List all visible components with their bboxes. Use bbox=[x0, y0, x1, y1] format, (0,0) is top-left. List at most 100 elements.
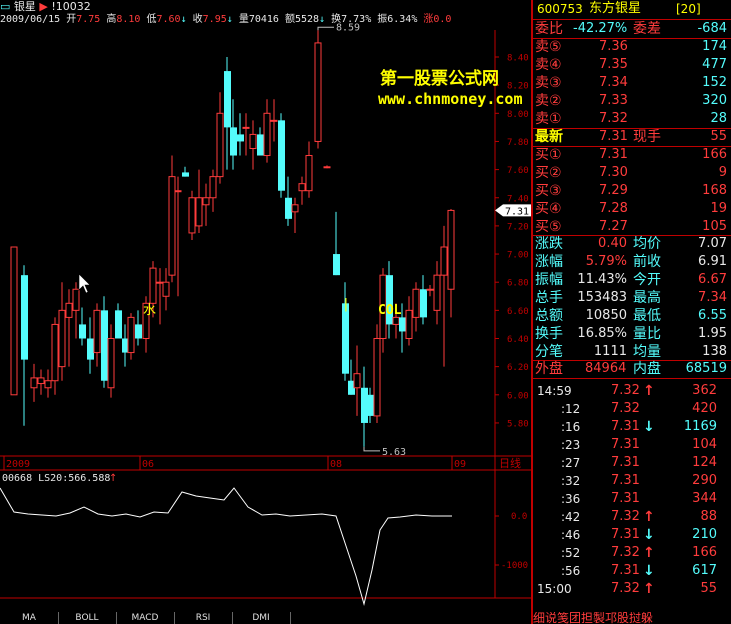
date-tick-label: 06 bbox=[142, 459, 154, 470]
order-volume: 28 bbox=[710, 111, 727, 126]
tick-time: :36 bbox=[561, 492, 581, 506]
stat-label: 换手 bbox=[535, 326, 563, 342]
stat-row: 分笔 1111 均量 138 bbox=[533, 343, 731, 361]
stat-label: 量比 bbox=[633, 326, 661, 342]
weibi-label: 委比 bbox=[535, 21, 563, 37]
tab-dmi[interactable]: DMI bbox=[232, 612, 291, 624]
candle-down bbox=[420, 275, 427, 325]
mouse-pointer-icon bbox=[78, 273, 91, 294]
tab-macd[interactable]: MACD bbox=[116, 612, 175, 624]
tick-row: :56 7.31 ↓ 617 bbox=[533, 562, 731, 580]
order-label: 买③ bbox=[535, 183, 562, 199]
bottom-scroll-text: 细说笺团担製邛股挝躲 bbox=[533, 612, 654, 624]
candle-body bbox=[426, 288, 434, 291]
up-arrow-icon: ↑ bbox=[643, 383, 655, 399]
panel-separator bbox=[531, 0, 533, 624]
candle-body bbox=[87, 338, 94, 360]
order-volume: 152 bbox=[702, 75, 727, 90]
stock-suffix: [20] bbox=[676, 2, 701, 16]
tick-row: :12 7.32 420 bbox=[533, 400, 731, 418]
order-label: 买① bbox=[535, 147, 562, 163]
candle-up bbox=[209, 169, 217, 212]
stock-code: 600753 bbox=[537, 2, 583, 16]
tick-price: 7.31 bbox=[611, 473, 640, 488]
candle-down bbox=[87, 317, 94, 374]
order-price: 7.35 bbox=[599, 57, 628, 72]
candle-body bbox=[127, 316, 135, 354]
candle-body bbox=[10, 246, 18, 396]
candle-body bbox=[174, 190, 182, 193]
order-price: 7.31 bbox=[599, 147, 628, 162]
buy-order-row: 买③ 7.29 168 bbox=[533, 182, 731, 200]
indicator-line bbox=[0, 487, 452, 606]
candle-body bbox=[156, 281, 164, 284]
candle-body bbox=[263, 112, 271, 157]
candle-up bbox=[270, 99, 278, 142]
candle-up bbox=[65, 289, 73, 367]
down-arrow-icon: ↓ bbox=[643, 419, 655, 435]
tab-ma[interactable]: MA bbox=[0, 612, 59, 624]
candle-body bbox=[314, 42, 322, 142]
candle-body bbox=[79, 324, 86, 339]
candle-body bbox=[305, 155, 313, 192]
candle-up bbox=[373, 324, 381, 423]
tab-boll[interactable]: BOLL bbox=[58, 612, 117, 624]
candle-body bbox=[44, 380, 52, 389]
indicator-tabs[interactable]: MA BOLL MACD RSI DMI bbox=[0, 612, 291, 624]
order-price: 7.29 bbox=[599, 183, 628, 198]
tick-row: :42 7.32 ↑ 88 bbox=[533, 508, 731, 526]
order-label: 卖③ bbox=[535, 75, 562, 91]
candle-down bbox=[361, 366, 368, 447]
stat-label: 总额 bbox=[535, 308, 563, 324]
tick-row: :32 7.31 290 bbox=[533, 472, 731, 490]
tick-row: :36 7.31 344 bbox=[533, 490, 731, 508]
tick-price: 7.32 bbox=[611, 581, 640, 596]
tick-time: :56 bbox=[561, 564, 581, 578]
candle-up bbox=[10, 246, 18, 396]
candle-up bbox=[305, 141, 313, 198]
candle-up bbox=[127, 313, 135, 360]
candle-up bbox=[440, 225, 448, 367]
stat-value: 7.07 bbox=[698, 236, 727, 251]
price-tick-label: 6.20 bbox=[507, 363, 529, 373]
candle-body bbox=[333, 254, 340, 276]
weibi-row: 委比 -42.27% 委差 -684 bbox=[533, 20, 731, 38]
tick-time: :16 bbox=[561, 420, 581, 434]
price-tick-label: 7.80 bbox=[507, 138, 529, 148]
order-price: 7.34 bbox=[599, 75, 628, 90]
date-tick-label: 08 bbox=[330, 459, 342, 470]
stat-value: 1111 bbox=[593, 344, 627, 359]
indicator-tick-label: 0.0 bbox=[511, 512, 527, 522]
tick-volume: 344 bbox=[692, 491, 717, 506]
candle-down bbox=[21, 265, 28, 426]
tab-rsi[interactable]: RSI bbox=[174, 612, 233, 624]
divider bbox=[533, 378, 731, 379]
candle-body bbox=[433, 274, 441, 311]
candle-body bbox=[115, 310, 122, 339]
candle-body bbox=[285, 197, 292, 219]
date-tick-label: 2009 bbox=[6, 459, 30, 470]
buy-order-row: 买④ 7.28 19 bbox=[533, 200, 731, 218]
candle-up bbox=[58, 282, 66, 381]
sell-order-row: 卖③ 7.34 152 bbox=[533, 74, 731, 92]
order-volume: 9 bbox=[718, 165, 727, 180]
stat-value: 6.67 bbox=[698, 272, 727, 287]
price-tick-label: 5.80 bbox=[507, 419, 529, 429]
stat-value: 7.34 bbox=[698, 290, 727, 305]
stat-label: 最低 bbox=[633, 308, 661, 324]
candle-body bbox=[257, 134, 264, 156]
candle-up bbox=[168, 155, 176, 283]
high-marker-label: 8.59 bbox=[336, 22, 360, 33]
candle-down bbox=[278, 113, 285, 198]
order-price: 7.33 bbox=[599, 93, 628, 108]
candle-up bbox=[30, 363, 38, 402]
stat-label: 涨幅 bbox=[535, 254, 563, 270]
order-label: 买② bbox=[535, 165, 562, 181]
candle-body bbox=[93, 309, 101, 354]
indicator-panel: 00668 LS20:566.588↑ 0.0 -1000 bbox=[0, 473, 528, 606]
tick-row: 15:00 7.32 ↑ 55 bbox=[533, 580, 731, 598]
buy-order-row: 买② 7.30 9 bbox=[533, 164, 731, 182]
candle-body bbox=[440, 246, 448, 276]
outer-label: 外盘 bbox=[535, 361, 563, 377]
candle-body bbox=[209, 176, 217, 199]
